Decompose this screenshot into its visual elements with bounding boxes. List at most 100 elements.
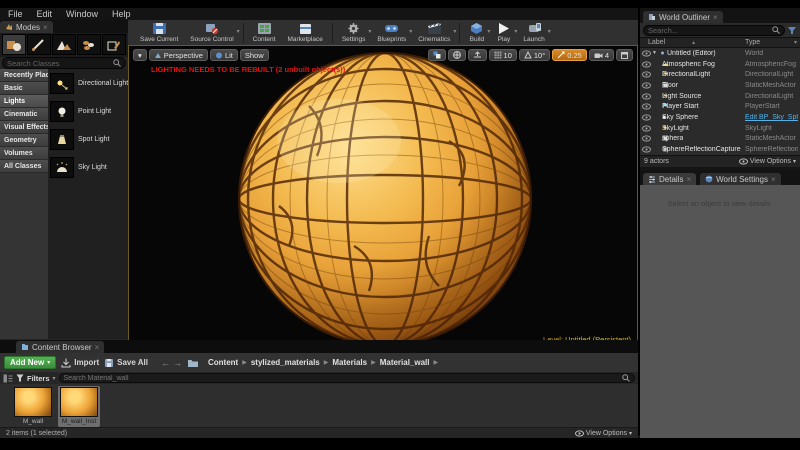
scale-snap-button[interactable]: 0.25 [552,49,587,61]
visibility-eye-icon[interactable] [642,50,652,57]
outliner-row-light-source[interactable]: ☀ Light Source DirectionalLight [640,91,800,102]
marketplace-button[interactable]: Marketplace [281,20,328,45]
outliner-row-directionallight[interactable]: ☀ DirectionalLight DirectionalLight [640,69,800,80]
classes-search-input[interactable] [7,58,113,68]
lit-mode-button[interactable]: Lit [209,49,238,61]
menu-window[interactable]: Window [66,9,98,19]
mode-place-button[interactable] [2,34,26,55]
settings-button[interactable]: Settings ▾ [336,20,371,45]
chevron-down-icon[interactable]: ▾ [237,28,240,35]
visibility-eye-icon[interactable] [642,135,652,142]
visibility-eye-icon[interactable] [642,71,652,78]
source-control-button[interactable]: Source Control ▾ [184,20,240,45]
chevron-down-icon[interactable]: ▾ [53,375,56,382]
category-cinematic[interactable]: Cinematic [0,108,48,121]
visibility-eye-icon[interactable] [642,82,652,89]
forward-arrow-icon[interactable]: → [173,358,182,368]
outliner-row-sphere-reflection-capture[interactable]: ◉ SphereReflectionCapture SphereReflecti… [640,144,800,155]
build-button[interactable]: Build ▾ [463,20,490,45]
level-viewport[interactable]: ▾ Perspective Lit Show 10 10° 0.25 4 LIG… [128,45,638,348]
visibility-eye-icon[interactable] [642,146,652,153]
item-spot-light[interactable]: Spot Light [50,129,139,150]
tab-modes[interactable]: Modes × [0,21,53,33]
mode-paint-button[interactable] [27,34,51,55]
category-lights[interactable]: Lights [0,95,48,108]
asset-m-wall-inst[interactable]: M_wall_Inst [58,386,100,427]
item-sky-light[interactable]: Sky Light [50,157,139,178]
tab-world-settings[interactable]: World Settings × [700,173,781,185]
outliner-filter-icon[interactable] [787,26,797,35]
camera-speed-button[interactable]: 4 [588,49,614,61]
mode-geometry-button[interactable] [102,34,126,55]
category-basic[interactable]: Basic [0,82,48,95]
chevron-down-icon[interactable]: ▾ [453,28,456,35]
outliner-row-player-start[interactable]: ⚑ Player Start PlayerStart [640,101,800,112]
asset-m-wall[interactable]: M_wall [12,386,54,427]
import-button[interactable]: Import [61,358,99,368]
blueprints-button[interactable]: Blueprints ▾ [371,20,412,45]
visibility-eye-icon[interactable] [642,114,652,121]
asset-search-input[interactable] [63,374,622,382]
column-label[interactable]: Label [648,39,665,46]
sort-ascending-icon[interactable]: ▲ [691,40,696,46]
rotation-snap-button[interactable]: 10° [518,49,551,61]
visibility-eye-icon[interactable] [642,103,652,110]
breadcrumb-stylized-materials[interactable]: stylized_materials [251,358,320,367]
outliner-row-sky-sphere[interactable]: ● Sky Sphere Edit BP_Sky_Sph [640,112,800,123]
surface-snap-button[interactable] [467,49,487,61]
edit-blueprint-link[interactable]: Edit BP_Sky_Sph [745,114,798,121]
breadcrumb-material-wall[interactable]: Material_wall [380,358,430,367]
column-type[interactable]: Type [745,39,760,46]
viewport-options-button[interactable]: ▾ [133,49,147,61]
mode-foliage-button[interactable] [77,34,101,55]
close-icon[interactable]: × [771,175,776,184]
perspective-button[interactable]: Perspective [148,49,208,61]
category-geometry[interactable]: Geometry [0,134,48,147]
tab-world-outliner[interactable]: World Outliner × [643,11,723,23]
chevron-down-icon[interactable]: ▾ [794,39,797,46]
close-icon[interactable]: × [43,23,48,32]
outliner-row-floor[interactable]: ▣ Floor StaticMeshActor [640,80,800,91]
close-icon[interactable]: × [95,343,100,352]
cb-view-options-button[interactable]: View Options ▾ [574,430,632,437]
save-current-button[interactable]: Save Current [134,20,184,45]
content-button[interactable]: Content [247,20,282,45]
screen-percentage-button[interactable] [427,49,446,61]
show-button[interactable]: Show [239,49,269,61]
grid-snap-button[interactable]: 10 [488,49,517,61]
mode-landscape-button[interactable] [52,34,76,55]
category-visual-effects[interactable]: Visual Effects [0,121,50,134]
maximize-viewport-button[interactable] [616,49,633,61]
outliner-row-atmospheric-fog[interactable]: ☁ Atmospheric Fog AtmosphericFog [640,59,800,70]
launch-button[interactable]: Launch ▾ [517,20,551,45]
world-snap-button[interactable] [447,49,466,61]
add-new-button[interactable]: Add New ▾ [4,356,57,369]
visibility-eye-icon[interactable] [642,60,652,68]
category-recently-placed[interactable]: Recently Placed [0,69,58,82]
outliner-row-world[interactable]: ▼ ● Untitled (Editor) World [640,48,800,59]
outliner-row-skylight[interactable]: ✦ SkyLight SkyLight [640,123,800,134]
save-all-button[interactable]: Save All [104,358,148,368]
back-arrow-icon[interactable]: ← [161,358,170,368]
play-button[interactable]: Play ▾ [490,20,517,45]
close-icon[interactable]: × [686,175,691,184]
cinematics-button[interactable]: Cinematics ▾ [412,20,456,45]
breadcrumb-content[interactable]: Content [208,358,238,367]
menu-file[interactable]: File [8,9,23,19]
filters-button[interactable]: Filters [27,374,50,383]
outliner-row-sphera[interactable]: ▣ sphera StaticMeshActor [640,134,800,145]
item-point-light[interactable]: Point Light [50,101,139,122]
outliner-view-options-button[interactable]: View Options ▾ [738,158,796,165]
visibility-eye-icon[interactable] [642,125,652,132]
breadcrumb-expand-icon[interactable]: ▶ [434,359,439,366]
menu-help[interactable]: Help [112,9,131,19]
chevron-down-icon[interactable]: ▾ [548,28,551,35]
item-directional-light[interactable]: Directional Light [50,73,139,94]
tab-content-browser[interactable]: Content Browser × [16,341,105,353]
breadcrumb-materials[interactable]: Materials [332,358,367,367]
category-all-classes[interactable]: All Classes [0,160,48,173]
close-icon[interactable]: × [713,13,718,22]
visibility-eye-icon[interactable] [642,92,652,100]
tab-details[interactable]: Details × [643,173,697,185]
sources-panel-icon[interactable] [3,374,13,383]
